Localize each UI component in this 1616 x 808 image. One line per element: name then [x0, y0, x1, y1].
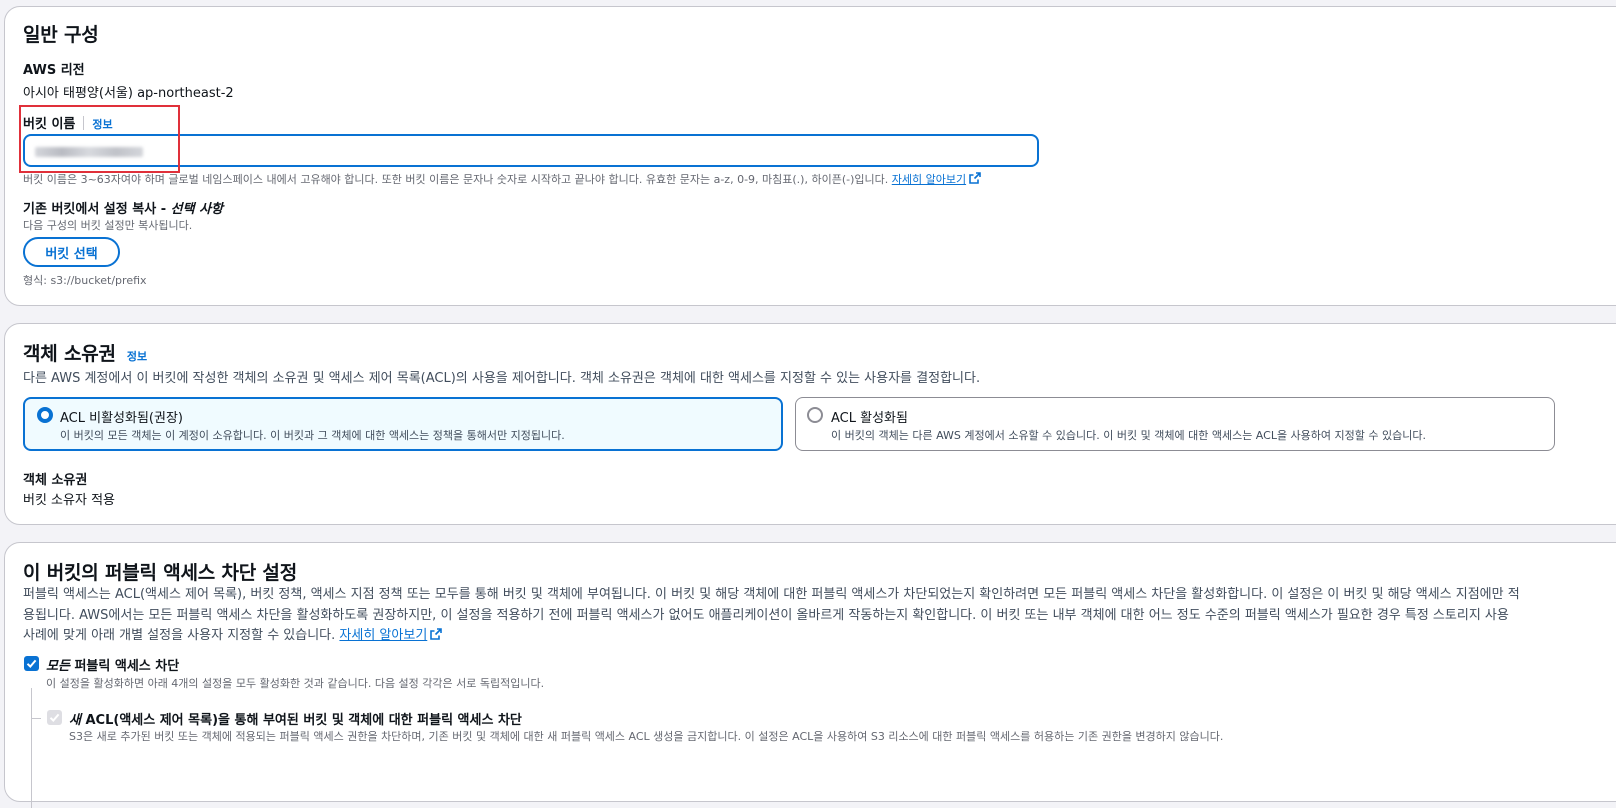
- block-all-rest: 퍼블릭 액세스 차단: [69, 659, 180, 674]
- ownership-title: 객체 소유권: [23, 343, 116, 365]
- external-link-icon: [430, 628, 443, 640]
- bucket-name-hint-text: 버킷 이름은 3~63자여야 하며 글로벌 네임스페이스 내에서 고유해야 합니…: [23, 173, 889, 186]
- object-owner-label: 객체 소유권: [23, 473, 88, 488]
- check-icon: [49, 713, 60, 722]
- bucket-name-info-link[interactable]: 정보: [92, 118, 112, 131]
- bucket-name-label-row: 버킷 이름 정보: [23, 113, 113, 132]
- public-access-desc-line3-row: 사례에 맞게 아래 개별 설정을 사용자 지정할 수 있습니다. 자세히 알아보…: [23, 626, 443, 647]
- redacted-bucket-name: [35, 147, 143, 157]
- block-new-acl-em: 새: [69, 713, 81, 728]
- select-bucket-button[interactable]: 버킷 선택: [23, 237, 120, 267]
- block-all-em: 모든: [46, 659, 70, 674]
- ownership-desc: 다른 AWS 계정에서 이 버킷에 작성한 객체의 소유권 및 액세스 제어 목…: [23, 371, 981, 386]
- bucket-name-label: 버킷 이름: [23, 117, 76, 132]
- block-new-acl-label: 새 ACL(액세스 제어 목록)을 통해 부여된 버킷 및 객체에 대한 퍼블릭…: [69, 709, 522, 728]
- acl-enabled-option[interactable]: ACL 활성화됨 이 버킷의 객체는 다른 AWS 계정에서 소유할 수 있습니…: [795, 397, 1555, 451]
- block-new-acl-desc: S3은 새로 추가된 버킷 또는 객체에 적용되는 퍼블릭 액세스 권한을 차단…: [69, 730, 1224, 743]
- public-access-desc-line2: 용됩니다. AWS에서는 모든 퍼블릭 액세스 차단을 활성화하도록 권장하지만…: [23, 607, 1509, 623]
- block-all-desc: 이 설정을 활성화하면 아래 4개의 설정을 모두 활성화한 것과 같습니다. …: [46, 677, 545, 690]
- public-access-learn-more-link[interactable]: 자세히 알아보기: [339, 628, 443, 643]
- format-hint: 형식: s3://bucket/prefix: [23, 274, 147, 287]
- bucket-name-hint: 버킷 이름은 3~63자여야 하며 글로벌 네임스페이스 내에서 고유해야 합니…: [23, 171, 981, 187]
- ownership-info-link[interactable]: 정보: [127, 350, 147, 363]
- object-ownership-panel: 객체 소유권 정보 다른 AWS 계정에서 이 버킷에 작성한 객체의 소유권 …: [4, 323, 1616, 525]
- copy-settings-desc: 다음 구성의 버킷 설정만 복사됩니다.: [23, 219, 193, 232]
- acl-enabled-desc: 이 버킷의 객체는 다른 AWS 계정에서 소유할 수 있습니다. 이 버킷 및…: [831, 429, 1426, 442]
- public-access-desc-line1: 퍼블릭 액세스는 ACL(액세스 제어 목록), 버킷 정책, 액세스 지점 정…: [23, 587, 1520, 602]
- ownership-title-row: 객체 소유권 정보: [23, 339, 147, 366]
- external-link-icon: [969, 172, 981, 184]
- block-new-acl-checkbox[interactable]: [47, 710, 62, 725]
- learn-more-text: 자세히 알아보기: [339, 628, 428, 643]
- acl-enabled-title: ACL 활성화됨: [831, 411, 908, 426]
- block-new-acl-rest: ACL(액세스 제어 목록)을 통해 부여된 버킷 및 객체에 대한 퍼블릭 액…: [80, 713, 522, 728]
- region-value: 아시아 태평양(서울) ap-northeast-2: [23, 86, 234, 101]
- acl-disabled-desc: 이 버킷의 모든 객체는 이 계정이 소유합니다. 이 버킷과 그 객체에 대한…: [60, 429, 565, 442]
- public-access-title: 이 버킷의 퍼블릭 액세스 차단 설정: [23, 562, 297, 584]
- block-public-access-panel: 이 버킷의 퍼블릭 액세스 차단 설정 퍼블릭 액세스는 ACL(액세스 제어 …: [4, 542, 1616, 808]
- block-all-label: 모든 퍼블릭 액세스 차단: [46, 655, 179, 674]
- general-config-panel: 일반 구성 AWS 리전 아시아 태평양(서울) ap-northeast-2 …: [4, 6, 1616, 306]
- copy-settings-label: 기존 버킷에서 설정 복사 - 선택 사항: [23, 198, 223, 217]
- divider: [83, 116, 85, 130]
- tree-line: [31, 688, 32, 808]
- general-config-title: 일반 구성: [23, 24, 99, 46]
- radio-acl-disabled[interactable]: [37, 407, 53, 423]
- public-access-desc-line3: 사례에 맞게 아래 개별 설정을 사용자 지정할 수 있습니다.: [23, 628, 336, 643]
- acl-disabled-title: ACL 비활성화됨(권장): [60, 411, 183, 426]
- radio-acl-enabled[interactable]: [807, 407, 823, 423]
- optional-tag: 선택 사항: [170, 202, 223, 217]
- region-label: AWS 리전: [23, 63, 85, 78]
- tree-branch: [31, 718, 41, 719]
- block-all-checkbox[interactable]: [24, 656, 39, 671]
- copy-settings-label-text: 기존 버킷에서 설정 복사 -: [23, 202, 171, 217]
- check-icon: [26, 659, 37, 668]
- learn-more-text: 자세히 알아보기: [891, 173, 967, 186]
- acl-disabled-option[interactable]: ACL 비활성화됨(권장) 이 버킷의 모든 객체는 이 계정이 소유합니다. …: [23, 397, 783, 451]
- bucket-name-learn-more-link[interactable]: 자세히 알아보기: [891, 172, 981, 186]
- object-owner-value: 버킷 소유자 적용: [23, 493, 115, 508]
- bucket-name-input[interactable]: [23, 134, 1039, 167]
